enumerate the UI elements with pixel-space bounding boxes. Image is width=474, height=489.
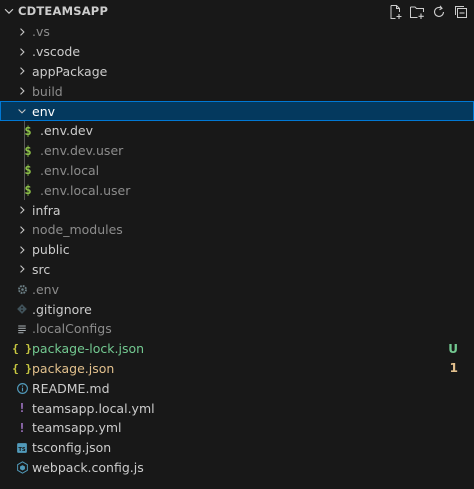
item-label: package.json bbox=[32, 360, 115, 376]
chevron-right-icon[interactable] bbox=[14, 24, 30, 40]
workspace-title: CDTEAMSAPP bbox=[18, 4, 109, 18]
item-label: package-lock.json bbox=[32, 341, 145, 357]
item-label: teamsapp.local.yml bbox=[32, 400, 155, 416]
explorer-header[interactable]: CDTEAMSAPP bbox=[0, 0, 474, 24]
item-label: .env.local.user bbox=[40, 182, 131, 198]
item-label: build bbox=[32, 83, 63, 99]
folder-apppackage[interactable]: appPackage bbox=[0, 62, 474, 82]
file-tree: .vs .vscode appPackage build env $ .env.dev $ .e… bbox=[0, 22, 474, 477]
file-webpack-config-js[interactable]: webpack.config.js bbox=[0, 458, 474, 478]
chevron-right-icon[interactable] bbox=[14, 242, 30, 258]
dollar-file-icon: $ bbox=[24, 163, 32, 178]
folder-build[interactable]: build bbox=[0, 81, 474, 101]
new-folder-icon[interactable] bbox=[408, 2, 426, 22]
item-label: .env.dev bbox=[40, 123, 94, 139]
braces-file-icon: { } bbox=[12, 361, 32, 375]
dollar-file-icon: $ bbox=[24, 123, 32, 138]
item-label: infra bbox=[32, 202, 61, 218]
file-gitignore[interactable]: .gitignore bbox=[0, 299, 474, 319]
file-env[interactable]: .env bbox=[0, 279, 474, 299]
item-label: public bbox=[32, 242, 70, 258]
file-env-dev-user[interactable]: $ .env.dev.user bbox=[0, 141, 474, 161]
file-teamsapp-local-yml[interactable]: ! teamsapp.local.yml bbox=[0, 398, 474, 418]
explorer-panel: CDTEAMSAPP .vs .vscode appPackage build env $… bbox=[0, 0, 474, 489]
item-label: .env.dev.user bbox=[40, 143, 124, 159]
item-label: appPackage bbox=[32, 63, 108, 79]
item-label: .vs bbox=[32, 24, 50, 40]
item-label: .env bbox=[32, 281, 59, 297]
folder-src[interactable]: src bbox=[0, 260, 474, 280]
item-label: .localConfigs bbox=[32, 321, 112, 337]
svg-text:TS: TS bbox=[18, 447, 26, 453]
item-label: node_modules bbox=[32, 222, 123, 238]
folder-public[interactable]: public bbox=[0, 240, 474, 260]
explorer-actions bbox=[386, 2, 470, 22]
chevron-right-icon[interactable] bbox=[14, 261, 30, 277]
item-label: README.md bbox=[32, 380, 110, 396]
file-package-json[interactable]: { } package.json 1 bbox=[0, 359, 474, 379]
chevron-right-icon[interactable] bbox=[14, 63, 30, 79]
folder-env[interactable]: env bbox=[0, 101, 474, 121]
webpack-file-icon bbox=[14, 459, 30, 475]
info-file-icon bbox=[14, 380, 30, 396]
new-file-icon[interactable] bbox=[386, 2, 404, 22]
dollar-file-icon: $ bbox=[24, 143, 32, 158]
file-env-local-user[interactable]: $ .env.local.user bbox=[0, 180, 474, 200]
folder-vs[interactable]: .vs bbox=[0, 22, 474, 42]
ts-file-icon: TS bbox=[14, 440, 30, 456]
file-env-local[interactable]: $ .env.local bbox=[0, 161, 474, 181]
collapse-all-icon[interactable] bbox=[452, 2, 470, 22]
file-readme-md[interactable]: README.md bbox=[0, 378, 474, 398]
chevron-right-icon[interactable] bbox=[14, 202, 30, 218]
exclaim-file-icon: ! bbox=[18, 420, 26, 435]
item-label: webpack.config.js bbox=[32, 459, 144, 475]
exclaim-file-icon: ! bbox=[18, 401, 26, 416]
file-package-lock-json[interactable]: { } package-lock.json U bbox=[0, 339, 474, 359]
item-label: env bbox=[32, 103, 56, 119]
file-env-dev[interactable]: $ .env.dev bbox=[0, 121, 474, 141]
file-localconfigs[interactable]: .localConfigs bbox=[0, 319, 474, 339]
chevron-down-icon[interactable] bbox=[2, 4, 16, 18]
git-status-badge: U bbox=[448, 341, 458, 356]
git-status-badge: 1 bbox=[449, 361, 458, 376]
file-teamsapp-yml[interactable]: ! teamsapp.yml bbox=[0, 418, 474, 438]
chevron-down-icon[interactable] bbox=[14, 103, 30, 119]
lines-file-icon bbox=[14, 321, 30, 337]
item-label: .vscode bbox=[32, 44, 81, 60]
folder-node-modules[interactable]: node_modules bbox=[0, 220, 474, 240]
refresh-icon[interactable] bbox=[430, 2, 448, 22]
gear-file-icon bbox=[14, 281, 30, 297]
git-file-icon bbox=[14, 301, 30, 317]
chevron-right-icon[interactable] bbox=[14, 222, 30, 238]
item-label: src bbox=[32, 261, 51, 277]
folder-vscode[interactable]: .vscode bbox=[0, 42, 474, 62]
item-label: teamsapp.yml bbox=[32, 420, 122, 436]
chevron-right-icon[interactable] bbox=[14, 83, 30, 99]
item-label: .gitignore bbox=[32, 301, 92, 317]
item-label: tsconfig.json bbox=[32, 440, 112, 456]
file-tsconfig-json[interactable]: TS tsconfig.json bbox=[0, 438, 474, 458]
folder-infra[interactable]: infra bbox=[0, 200, 474, 220]
item-label: .env.local bbox=[40, 162, 100, 178]
chevron-right-icon[interactable] bbox=[14, 44, 30, 60]
dollar-file-icon: $ bbox=[24, 183, 32, 198]
braces-file-icon: { } bbox=[12, 342, 32, 356]
indent-guide bbox=[24, 121, 25, 201]
